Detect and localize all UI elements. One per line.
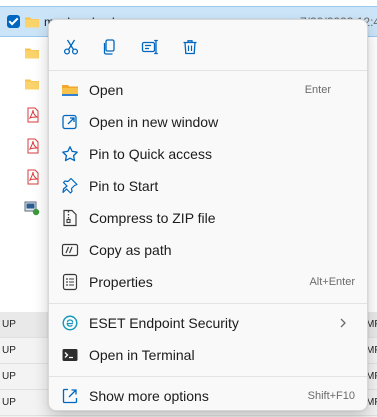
menu-item-copy-as-path[interactable]: Copy as path [53,235,363,265]
menu-item-shortcut: Shift+F10 [307,390,355,402]
menu-separator [49,303,367,304]
trash-icon [183,40,197,55]
pdf-icon [27,107,39,123]
rename-button[interactable] [137,34,163,60]
cell-left: UP [2,345,16,356]
menu-item-label: Pin to Start [89,178,159,194]
zip-icon [63,209,77,227]
menu-item-properties[interactable]: Properties Alt+Enter [53,267,363,297]
cell-left: UP [2,397,16,408]
rename-icon [141,39,158,55]
delete-button[interactable] [177,34,203,60]
menu-item-eset[interactable]: ESET Endpoint Security [53,308,363,338]
menu-item-label: Open in Terminal [89,347,195,363]
menu-item-label: ESET Endpoint Security [89,315,239,331]
eset-icon [62,315,78,331]
open-folder-icon [62,85,78,96]
menu-item-pin-quick-access[interactable]: Pin to Quick access [53,139,363,169]
menu-separator [49,70,367,71]
menu-item-show-more-options[interactable]: Show more options Shift+F10 [53,381,363,411]
copy-path-icon [61,243,79,257]
folder-icon [25,48,39,59]
folder-icon [25,79,39,90]
menu-item-label: Pin to Quick access [89,146,212,162]
properties-icon [62,273,78,291]
menu-item-shortcut: Alt+Enter [309,276,355,288]
cell-left: UP [2,371,16,382]
scissors-icon [63,39,79,55]
pdf-icon [27,169,39,185]
menu-item-label: Copy as path [89,242,172,258]
terminal-icon [62,349,78,361]
row-checkbox[interactable] [7,15,20,28]
installer-icon [24,201,40,216]
menu-item-open[interactable]: Open Enter [53,75,363,105]
copy-icon [103,39,115,55]
star-icon [62,146,78,162]
folder-icon [25,17,39,28]
menu-item-shortcut: Enter [304,84,331,96]
menu-item-label: Properties [89,274,153,290]
menu-item-label: Show more options [89,388,209,404]
menu-item-open-terminal[interactable]: Open in Terminal [53,340,363,370]
copy-button[interactable] [97,34,123,60]
pin-icon [62,177,78,194]
menu-separator [49,376,367,377]
menu-item-open-new-window[interactable]: Open in new window [53,107,363,137]
pdf-icon [27,138,39,154]
context-menu: Open Enter Open in new window Pin to Qui… [48,19,368,411]
menu-item-label: Compress to ZIP file [89,210,216,226]
menu-item-pin-start[interactable]: Pin to Start [53,171,363,201]
cell-left: UP [2,319,16,330]
chevron-right-icon [340,318,346,328]
new-window-icon [62,114,77,130]
more-options-icon [62,388,78,404]
menu-item-compress-zip[interactable]: Compress to ZIP file [53,203,363,233]
menu-item-label: Open [89,82,124,98]
menu-item-label: Open in new window [89,114,219,130]
cut-button[interactable] [58,34,84,60]
quick-action-bar [49,34,367,60]
